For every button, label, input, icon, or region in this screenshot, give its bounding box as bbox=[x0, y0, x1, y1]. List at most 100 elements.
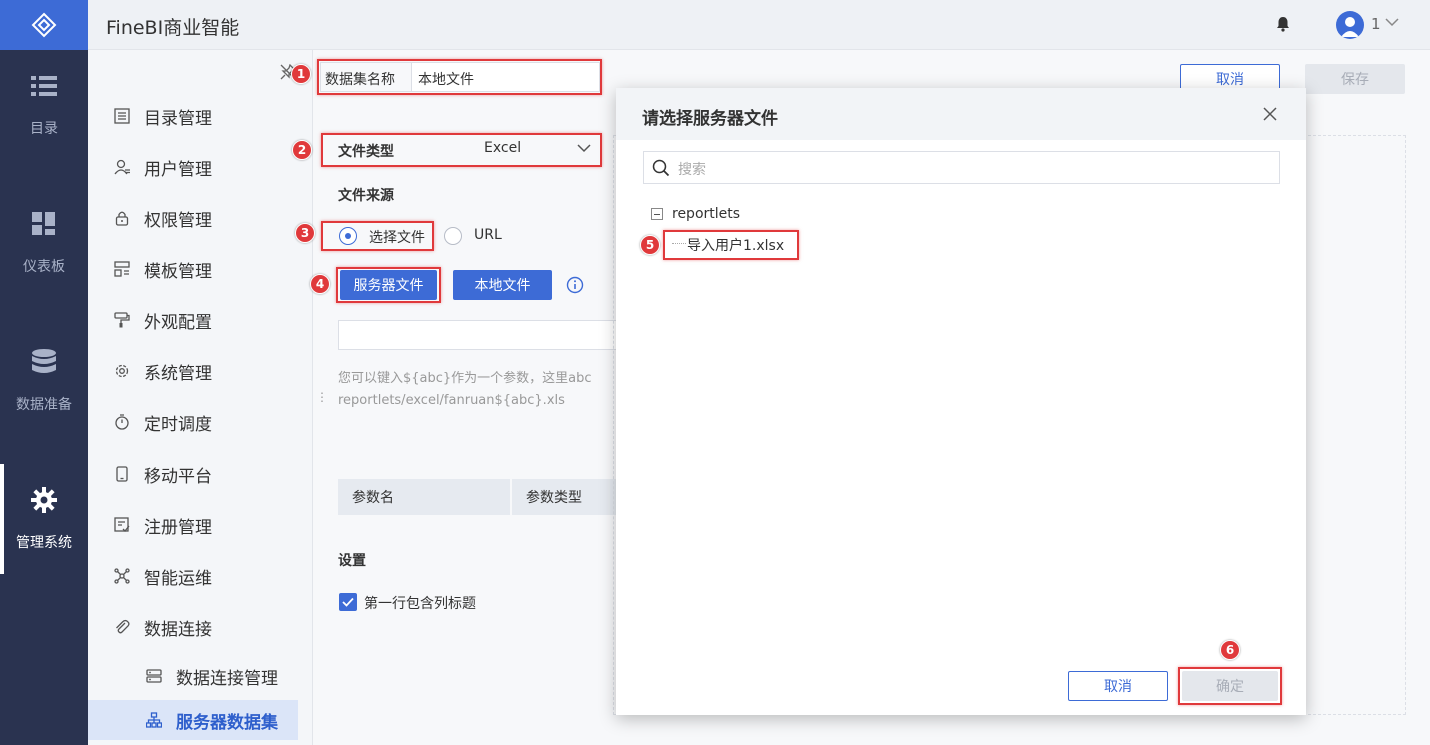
user-name[interactable]: 1 bbox=[1371, 15, 1381, 33]
document-list-icon bbox=[112, 106, 132, 126]
sidebar-item-scheduling[interactable]: 定时调度 bbox=[88, 402, 313, 442]
annotation-badge: 6 bbox=[1220, 640, 1240, 660]
sidebar-item-user-mgmt[interactable]: 用户管理 bbox=[88, 147, 313, 187]
paperclip-icon bbox=[112, 617, 132, 637]
dialog-cancel-button[interactable]: 取消 bbox=[1068, 671, 1168, 701]
close-icon[interactable] bbox=[1260, 104, 1280, 124]
param-hint-line2: reportlets/excel/fanruan${abc}.xls bbox=[338, 393, 565, 408]
annotation-frame bbox=[336, 267, 441, 303]
sidebar-item-label: 注册管理 bbox=[144, 517, 212, 538]
annotation-badge: 4 bbox=[310, 274, 330, 294]
app-logo[interactable] bbox=[0, 0, 88, 50]
annotation-frame bbox=[317, 59, 602, 95]
sidebar-item-directory-mgmt[interactable]: 目录管理 bbox=[88, 96, 313, 136]
avatar[interactable] bbox=[1336, 11, 1364, 39]
sidebar-item-label: 模板管理 bbox=[144, 261, 212, 282]
database-icon bbox=[30, 348, 58, 376]
check-icon bbox=[342, 597, 354, 607]
nav-data-prep-label: 数据准备 bbox=[16, 397, 72, 413]
user-icon bbox=[112, 157, 132, 177]
info-icon[interactable] bbox=[566, 276, 584, 294]
sidebar-item-label: 用户管理 bbox=[144, 159, 212, 180]
annotation-frame bbox=[321, 221, 434, 251]
nav-directory[interactable]: 目录 bbox=[0, 50, 88, 160]
app-title: FineBI商业智能 bbox=[106, 17, 240, 39]
settings-icon bbox=[112, 361, 132, 381]
nav-directory-label: 目录 bbox=[30, 121, 58, 137]
param-type-header-label: 参数类型 bbox=[526, 490, 582, 506]
sidebar-item-label: 外观配置 bbox=[144, 312, 212, 333]
timer-icon bbox=[112, 412, 132, 432]
paint-roller-icon bbox=[112, 310, 132, 330]
file-source-label: 文件来源 bbox=[338, 188, 394, 204]
sidebar-item-label: 定时调度 bbox=[144, 414, 212, 435]
settings-label: 设置 bbox=[338, 553, 366, 569]
server-file-dialog: 请选择服务器文件 搜索 reportlets 导入用户1.xlsx 5 取消 确… bbox=[616, 88, 1306, 715]
lock-icon bbox=[112, 208, 132, 228]
annotation-frame bbox=[1178, 667, 1282, 705]
file-path-input[interactable] bbox=[338, 320, 618, 350]
sidebar-item-permission-mgmt[interactable]: 权限管理 bbox=[88, 198, 313, 238]
sidebar-item-server-dataset[interactable]: 服务器数据集 bbox=[88, 700, 298, 740]
dashboard-icon bbox=[30, 210, 58, 238]
bell-icon[interactable] bbox=[1276, 16, 1290, 32]
search-placeholder: 搜索 bbox=[678, 162, 706, 178]
admin-sidebar: 目录管理 用户管理 权限管理 模板管理 外观配置 系统管理 定时调度 移动平台 … bbox=[88, 50, 313, 745]
splitter-handle[interactable]: ⋮ bbox=[316, 390, 328, 404]
nav-data-prep[interactable]: 数据准备 bbox=[0, 326, 88, 436]
radio-url[interactable] bbox=[444, 227, 462, 245]
sidebar-item-data-connection[interactable]: 数据连接 bbox=[88, 607, 313, 647]
sidebar-item-appearance[interactable]: 外观配置 bbox=[88, 300, 313, 340]
search-icon bbox=[652, 159, 670, 177]
annotation-badge: 3 bbox=[295, 223, 315, 243]
top-bar: FineBI商业智能 1 bbox=[88, 0, 1430, 50]
save-button[interactable]: 保存 bbox=[1305, 64, 1405, 94]
dialog-title: 请选择服务器文件 bbox=[642, 109, 778, 129]
annotation-badge: 5 bbox=[640, 235, 660, 255]
list-icon bbox=[30, 72, 58, 100]
annotation-badge: 2 bbox=[292, 140, 312, 160]
collapse-icon[interactable] bbox=[651, 208, 663, 220]
sidebar-item-label: 数据连接 bbox=[144, 619, 212, 640]
left-nav: 目录 仪表板 数据准备 管理系统 bbox=[0, 0, 88, 745]
sidebar-item-smart-ops[interactable]: 智能运维 bbox=[88, 556, 313, 596]
logo-icon bbox=[31, 12, 57, 38]
radio-url-label[interactable]: URL bbox=[474, 227, 502, 243]
mobile-icon bbox=[112, 464, 132, 484]
tree-folder-reportlets[interactable]: reportlets bbox=[672, 206, 740, 222]
sidebar-item-registration[interactable]: 注册管理 bbox=[88, 505, 313, 545]
annotation-badge: 1 bbox=[291, 64, 311, 84]
server-icon bbox=[144, 666, 164, 686]
network-icon bbox=[112, 566, 132, 586]
nav-admin-system-label: 管理系统 bbox=[16, 535, 72, 551]
search-input[interactable]: 搜索 bbox=[643, 151, 1280, 184]
nav-dashboard[interactable]: 仪表板 bbox=[0, 188, 88, 298]
registration-icon bbox=[112, 515, 132, 535]
param-type-header: 参数类型 bbox=[512, 479, 622, 515]
nav-dashboard-label: 仪表板 bbox=[23, 259, 65, 275]
hierarchy-icon bbox=[144, 710, 164, 730]
sidebar-item-mobile[interactable]: 移动平台 bbox=[88, 454, 313, 494]
param-name-header-label: 参数名 bbox=[352, 490, 394, 506]
chevron-down-icon[interactable] bbox=[1385, 18, 1399, 27]
annotation-frame bbox=[663, 230, 799, 260]
first-row-header-checkbox[interactable] bbox=[339, 593, 357, 611]
sidebar-item-label: 数据连接管理 bbox=[176, 668, 278, 689]
param-hint-line1: 您可以键入${abc}作为一个参数，这里abc bbox=[338, 371, 592, 386]
nav-admin-system[interactable]: 管理系统 bbox=[0, 464, 88, 574]
sidebar-item-template-mgmt[interactable]: 模板管理 bbox=[88, 249, 313, 289]
sidebar-item-label: 权限管理 bbox=[144, 210, 212, 231]
gear-icon bbox=[30, 486, 58, 514]
sidebar-item-connection-mgmt[interactable]: 数据连接管理 bbox=[88, 656, 313, 696]
template-icon bbox=[112, 259, 132, 279]
sidebar-item-system-mgmt[interactable]: 系统管理 bbox=[88, 351, 313, 391]
sidebar-item-label: 系统管理 bbox=[144, 363, 212, 384]
sidebar-item-label: 服务器数据集 bbox=[176, 712, 278, 733]
local-file-button[interactable]: 本地文件 bbox=[453, 270, 552, 300]
annotation-frame bbox=[321, 133, 602, 167]
first-row-header-label[interactable]: 第一行包含列标题 bbox=[364, 593, 476, 613]
dialog-header: 请选择服务器文件 bbox=[616, 88, 1306, 140]
sidebar-item-label: 移动平台 bbox=[144, 466, 212, 487]
param-name-header: 参数名 bbox=[338, 479, 510, 515]
sidebar-item-label: 目录管理 bbox=[144, 108, 212, 129]
